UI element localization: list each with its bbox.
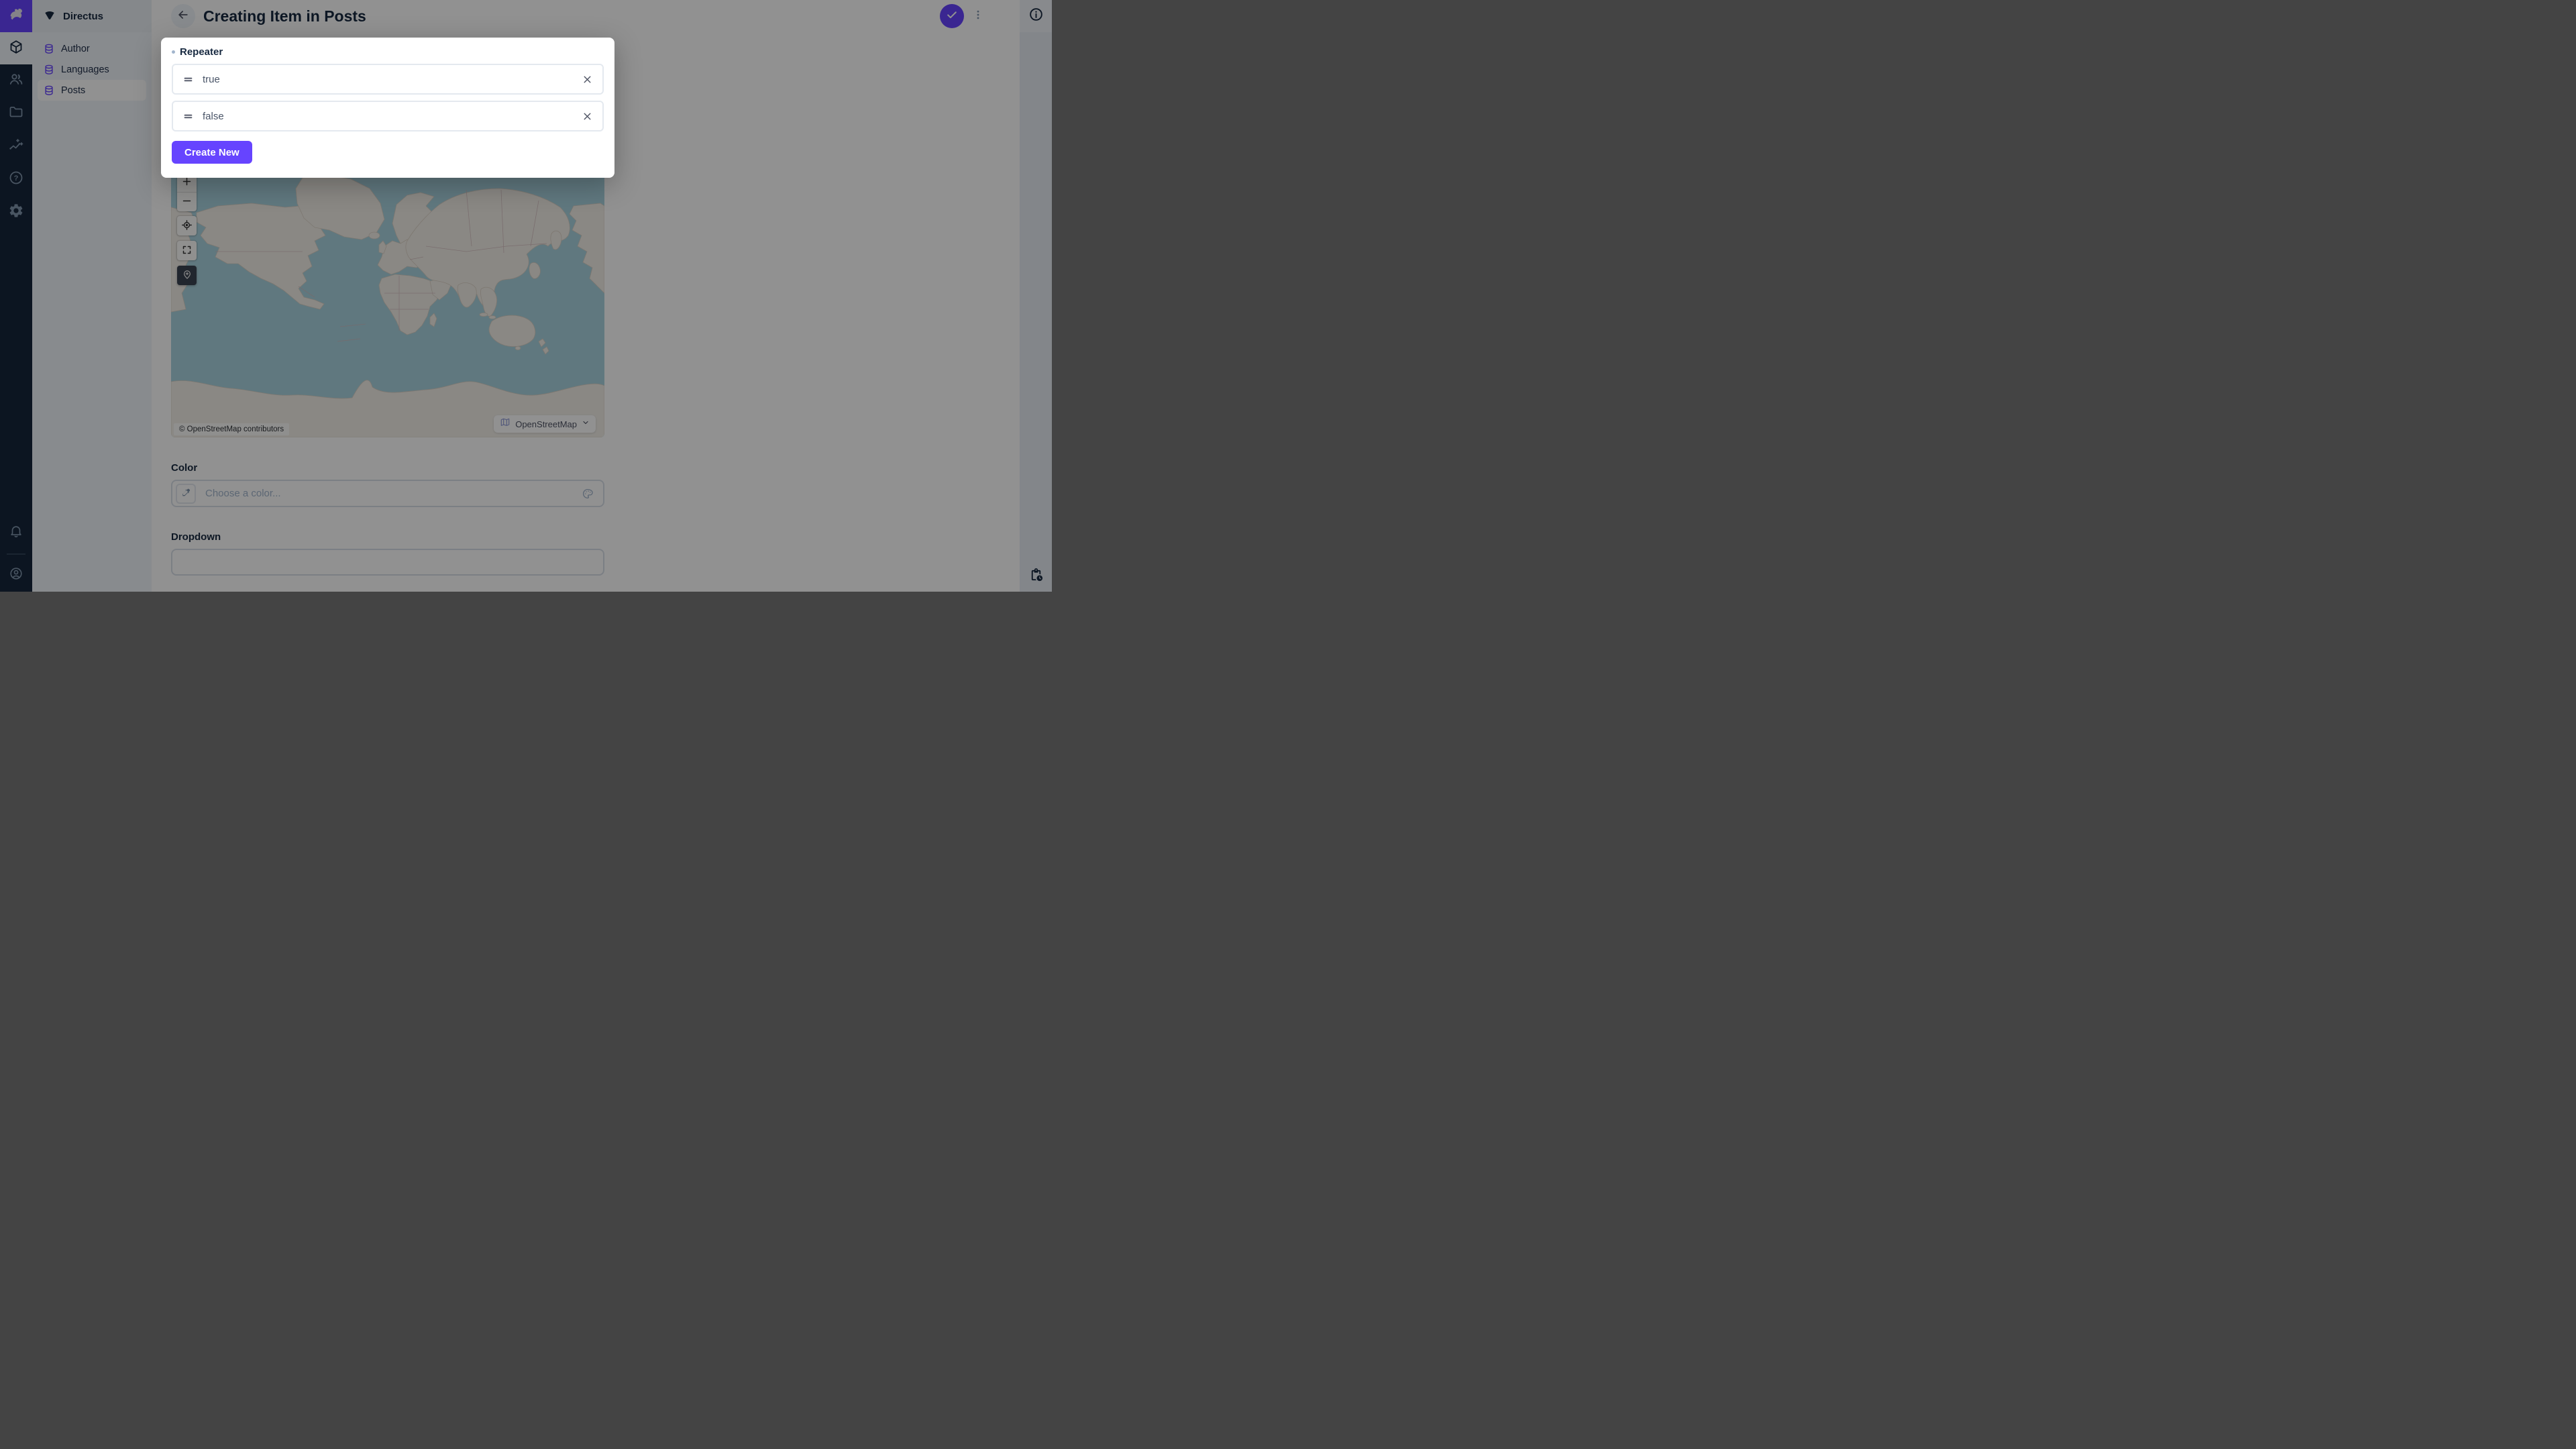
create-new-button[interactable]: Create New xyxy=(172,141,252,164)
repeater-popup: Repeater true false Create New xyxy=(161,38,614,178)
drag-handle-icon[interactable] xyxy=(182,74,194,85)
close-x-icon[interactable] xyxy=(582,111,593,122)
repeater-row[interactable]: false xyxy=(172,101,604,131)
repeater-field-label: Repeater xyxy=(172,46,604,58)
repeater-row-value[interactable]: false xyxy=(203,111,582,122)
edited-dot-icon xyxy=(172,50,175,54)
repeater-row[interactable]: true xyxy=(172,64,604,95)
close-x-icon[interactable] xyxy=(582,74,593,85)
app-window: Creating Item in Posts Map xyxy=(0,0,1052,592)
repeater-row-value[interactable]: true xyxy=(203,74,582,85)
repeater-label-text: Repeater xyxy=(180,46,223,58)
drag-handle-icon[interactable] xyxy=(182,111,194,122)
